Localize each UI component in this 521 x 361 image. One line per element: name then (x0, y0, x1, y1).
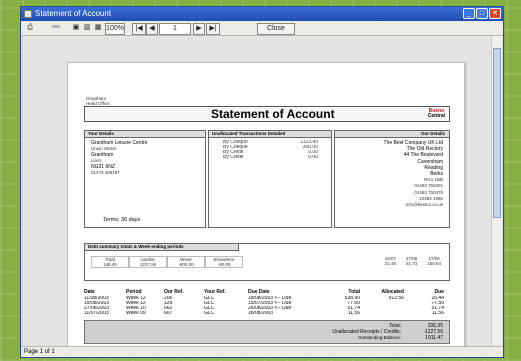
week-col: 27/06 51.73 (405, 256, 418, 266)
maximize-button[interactable]: □ (476, 8, 488, 19)
close-window-button[interactable]: ✕ (489, 8, 501, 19)
your-details-lines: Grantham Leisure Centre Union Street Gra… (85, 138, 205, 178)
transactions-table: Date Period Our Ref. Your Ref. Due Date … (84, 289, 448, 316)
our-details-lines: The Best Company UK Ltd The Old Rectory … (335, 138, 449, 210)
address-line: 01476 406187 (91, 170, 120, 175)
company-logo: Bueno Central (428, 109, 445, 119)
table-header-row: Date Period Our Ref. Your Ref. Due Date … (84, 289, 444, 295)
preview-toolbar: ⎙ 👓 ▣ ▥ ▦ 100% |◀ ◀ 1 ▶ ▶| Close (21, 21, 503, 36)
report-window: Statement of Account _ □ ✕ ⎙ 👓 ▣ ▥ ▦ 100… (20, 6, 504, 358)
two-page-icon[interactable]: ▥ (82, 23, 92, 33)
our-details-heading: Our Details (335, 131, 449, 138)
table-row: 11/07/2003 Week 09 607 GLC 18/08/2003 11.56 11… (84, 311, 444, 316)
our-details-box: Our Details The Best Company UK Ltd The … (334, 130, 450, 228)
vertical-scrollbar[interactable] (491, 36, 502, 347)
unallocated-lines: By Cheque 1123.45 By Cheque 300.00 By Cred… (209, 138, 331, 162)
address-line: info@bestco.co.uk (405, 202, 443, 208)
app-icon (24, 10, 32, 18)
one-page-icon[interactable]: ▣ (71, 23, 81, 33)
prev-page-button[interactable]: ◀ (146, 23, 158, 35)
week-col: 27/06 150.84 (427, 256, 441, 266)
binoculars-icon[interactable]: 👓 (51, 23, 61, 33)
statement-title: Statement of Account (211, 107, 335, 121)
last-page-button[interactable]: ▶| (206, 23, 220, 35)
minimize-button[interactable]: _ (463, 8, 475, 19)
unallocated-box: Unallocated Transactions Detailed By Che… (208, 130, 332, 228)
scrollbar-thumb[interactable] (493, 48, 501, 218)
unallocated-heading: Unallocated Transactions Detailed (209, 131, 331, 138)
report-page: Grantham Head Office Statement of Accoun… (67, 62, 465, 347)
print-icon[interactable]: ⎙ (25, 23, 35, 33)
print-preview-area[interactable]: Grantham Head Office Statement of Accoun… (23, 36, 491, 347)
multi-page-icon[interactable]: ▦ (93, 23, 103, 33)
page-number-field[interactable]: 1 (159, 23, 191, 35)
window-controls: _ □ ✕ (463, 8, 501, 19)
week-ending-columns: 16/07 21.45 27/06 51.73 27/06 150.84 (385, 256, 441, 266)
logo-line-2: Central (427, 113, 445, 119)
week-col: 16/07 21.45 (384, 256, 396, 266)
payment-terms: Terms: 30 days (103, 217, 141, 223)
outstanding-value: 1011.47 (425, 335, 443, 341)
your-details-box: Your Details Grantham Leisure Centre Uni… (84, 130, 206, 228)
statement-header: Statement of Account Bueno Central (84, 106, 450, 122)
your-details-heading: Your Details (85, 131, 205, 138)
debt-summary-panel: Debt summary totals & Week-ending period… (84, 243, 450, 281)
status-bar: Page 1 of 1 (21, 346, 503, 357)
debt-summary-columns: Total 146.46 Unalloc 1227.56 Week -800.00 E… (91, 256, 243, 268)
window-title: Statement of Account (35, 9, 112, 18)
debt-col-elsewhere: Elsewhere -80.00 (205, 256, 243, 268)
zoom-select[interactable]: 100% (105, 23, 125, 35)
debt-col-week: Week -800.00 (167, 256, 205, 268)
close-button[interactable]: Close (257, 23, 295, 35)
debt-col-unalloc: Unalloc 1227.56 (129, 256, 167, 268)
first-page-button[interactable]: |◀ (132, 23, 146, 35)
next-page-button[interactable]: ▶ (193, 23, 205, 35)
unallocated-row: By Credit 0.00 (223, 155, 318, 160)
debt-summary-heading: Debt summary totals & Week-ending period… (85, 244, 239, 251)
title-bar[interactable]: Statement of Account _ □ ✕ (21, 7, 503, 21)
totals-box: Total: 206.35 Unallocated Receipts / Cre… (84, 320, 450, 344)
outstanding-label: Outstanding Balance: (357, 335, 401, 340)
debt-col-total: Total 146.46 (91, 256, 129, 268)
